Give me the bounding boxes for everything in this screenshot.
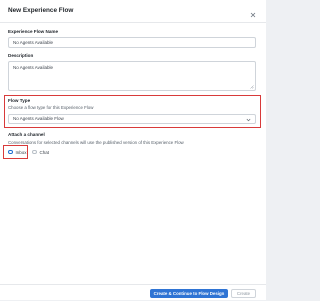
flow-type-help: Choose a flow type for this Experience F…: [8, 105, 94, 110]
inbox-radio[interactable]: [8, 149, 13, 155]
flow-type-selected: No Agents Available Flow: [13, 116, 64, 121]
attach-channel-help: Conversations for selected channels will…: [8, 140, 184, 145]
flow-name-input[interactable]: No Agents Available: [8, 37, 256, 48]
channel-option-chat[interactable]: Chat: [32, 149, 49, 155]
chat-label: Chat: [39, 149, 50, 155]
flow-type-label: Flow Type: [8, 98, 31, 103]
flow-type-select[interactable]: No Agents Available Flow: [8, 114, 256, 124]
name-label: Experience Flow Name: [8, 29, 59, 34]
dialog-header: New Experience Flow: [0, 0, 266, 23]
chat-radio[interactable]: [32, 149, 37, 155]
channel-option-inbox[interactable]: Inbox: [8, 149, 27, 155]
resize-grip-icon[interactable]: [250, 85, 254, 89]
create-button[interactable]: Create: [231, 289, 256, 298]
dialog-title: New Experience Flow: [8, 7, 74, 14]
close-icon[interactable]: [249, 6, 257, 18]
description-value: No Agents Available: [13, 65, 53, 70]
description-textarea[interactable]: No Agents Available: [8, 61, 256, 91]
create-continue-button[interactable]: Create & Continue to Flow Design: [150, 289, 228, 298]
new-experience-flow-dialog: New Experience Flow Experience Flow Name…: [0, 0, 266, 300]
chevron-down-icon: [246, 117, 251, 122]
inbox-label: Inbox: [15, 149, 27, 155]
attach-channel-label: Attach a channel: [8, 132, 45, 137]
description-label: Description: [8, 53, 34, 58]
